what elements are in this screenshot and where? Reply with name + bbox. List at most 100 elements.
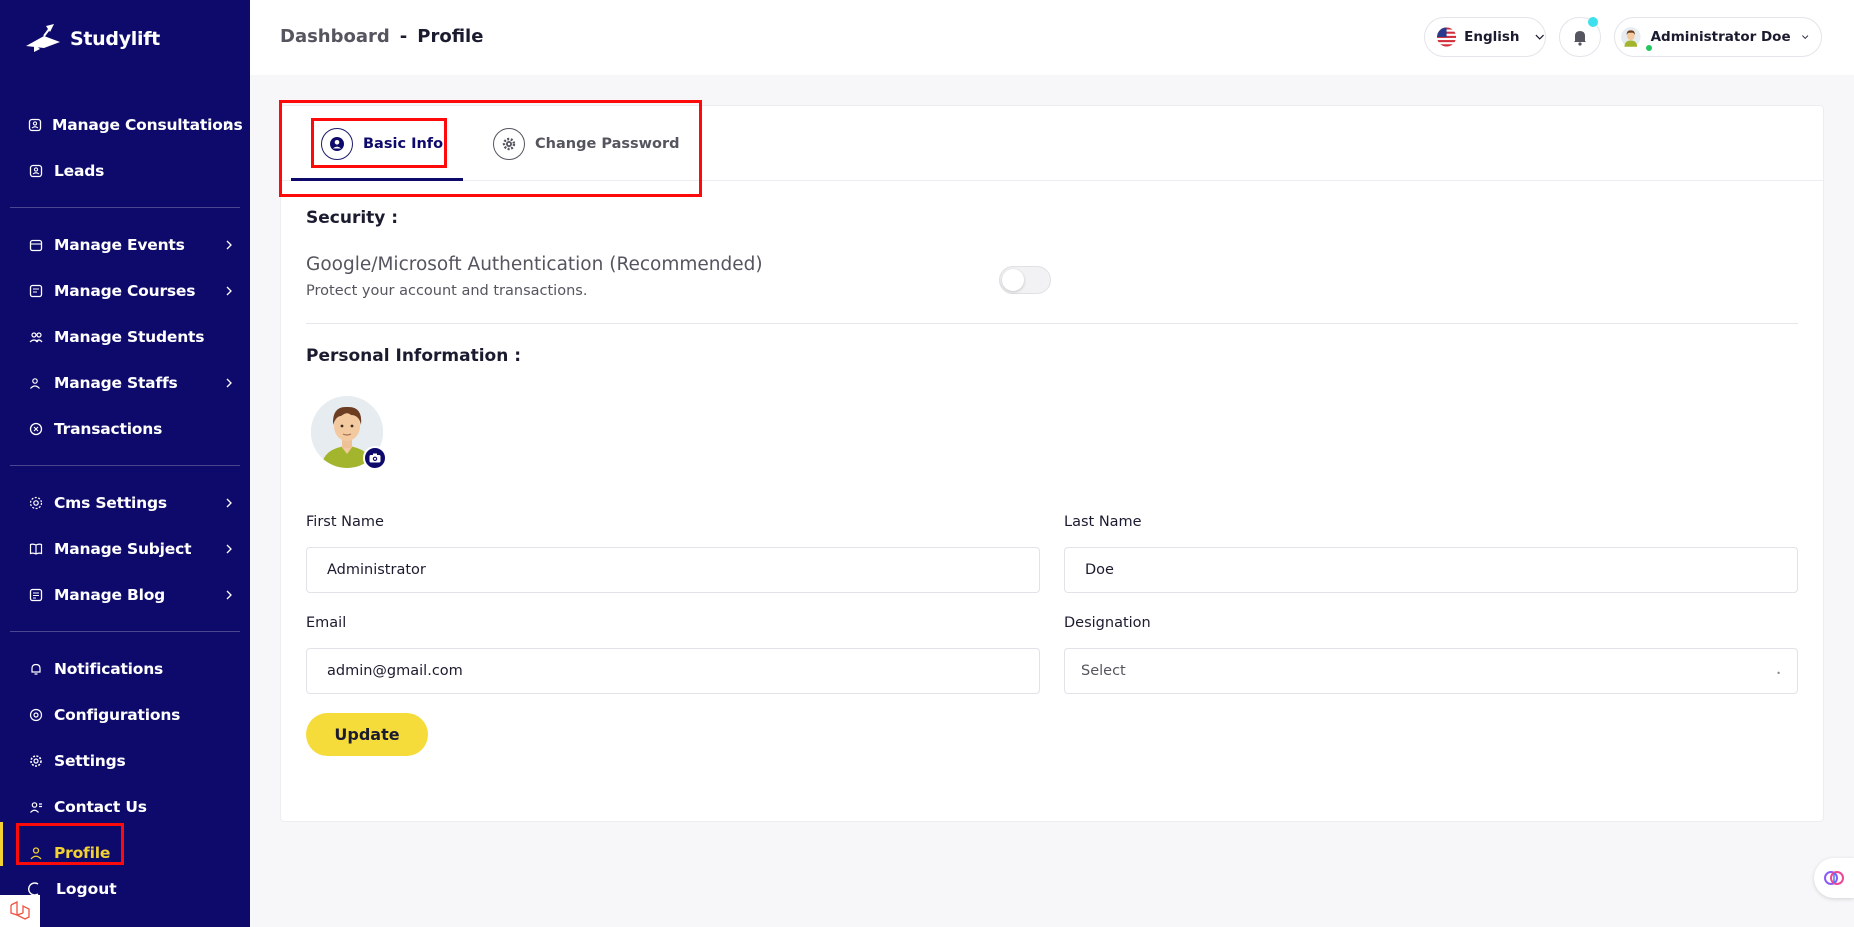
sidebar-item-label: Manage Students	[54, 328, 205, 346]
sidebar-item-manage-events[interactable]: Manage Events	[10, 222, 240, 268]
sidebar-item-label: Profile	[54, 844, 111, 862]
last-name-label: Last Name	[1064, 514, 1142, 530]
sidebar-divider	[10, 207, 240, 208]
logout-button[interactable]: Logout	[28, 880, 117, 898]
leads-icon	[28, 163, 44, 179]
sidebar-item-manage-students[interactable]: Manage Students	[10, 314, 240, 360]
sidebar-item-label: Transactions	[54, 420, 163, 438]
breadcrumb-separator: -	[399, 26, 408, 47]
consultation-icon	[28, 117, 42, 133]
chevron-down-icon	[1801, 35, 1808, 40]
profile-tabs: Basic Info Change Password	[281, 106, 1823, 181]
sidebar-item-contact-us[interactable]: Contact Us	[10, 784, 240, 830]
sidebar-item-notifications[interactable]: Notifications	[10, 646, 240, 692]
gear-icon	[493, 127, 525, 160]
update-button[interactable]: Update	[306, 713, 428, 756]
sidebar-divider	[10, 465, 240, 466]
language-label: English	[1464, 29, 1520, 45]
section-divider	[306, 323, 1798, 324]
notifications-button[interactable]	[1559, 17, 1601, 57]
sidebar-item-leads[interactable]: Leads	[10, 148, 240, 194]
brain-icon	[1824, 871, 1844, 885]
language-selector[interactable]: English	[1424, 17, 1546, 57]
tab-change-password[interactable]: Change Password	[493, 106, 680, 181]
chevron-right-icon	[226, 544, 232, 554]
us-flag-icon	[1437, 27, 1457, 47]
tab-label: Change Password	[535, 135, 680, 152]
email-label: Email	[306, 615, 347, 631]
sidebar-item-label: Notifications	[54, 660, 164, 678]
studylift-logo-icon	[26, 24, 60, 52]
sidebar-item-label: Manage Courses	[54, 282, 196, 300]
chevron-down-icon	[1535, 34, 1544, 40]
chevron-right-icon	[226, 120, 232, 130]
sidebar-item-manage-blog[interactable]: Manage Blog	[10, 572, 240, 618]
sidebar-item-label: Manage Subject	[54, 540, 192, 558]
bell-icon	[1574, 31, 1586, 46]
staffs-icon	[28, 375, 44, 391]
sidebar-divider	[10, 631, 240, 632]
sidebar-item-label: Configurations	[54, 706, 181, 724]
sidebar-item-label: Cms Settings	[54, 494, 167, 512]
chevron-right-icon	[226, 240, 232, 250]
calendar-icon	[28, 237, 44, 253]
brand[interactable]: Studylift	[24, 22, 160, 56]
bell-icon	[28, 661, 44, 677]
breadcrumb: Dashboard - Profile	[280, 26, 483, 47]
tab-label: Basic Info	[363, 135, 444, 152]
auth-title: Google/Microsoft Authentication (Recomme…	[306, 254, 763, 275]
config-icon	[28, 707, 44, 723]
camera-icon	[369, 453, 381, 463]
sidebar-item-configurations[interactable]: Configurations	[10, 692, 240, 738]
active-indicator	[0, 822, 3, 866]
user-menu[interactable]: Administrator Doe	[1614, 17, 1822, 57]
gear-icon	[28, 753, 44, 769]
top-header: Dashboard - Profile English Administrato…	[250, 0, 1854, 75]
avatar	[1621, 27, 1641, 47]
logout-label: Logout	[56, 880, 117, 898]
last-name-field[interactable]	[1064, 547, 1798, 593]
sidebar: Studylift Manage Consultations Leads Man…	[0, 0, 250, 927]
email-field[interactable]	[306, 648, 1040, 694]
designation-selected-value: Select	[1081, 663, 1126, 679]
first-name-label: First Name	[306, 514, 384, 530]
sidebar-item-profile[interactable]: Profile	[10, 830, 240, 876]
sidebar-item-settings[interactable]: Settings	[10, 738, 240, 784]
courses-icon	[28, 283, 44, 299]
transactions-icon	[28, 421, 44, 437]
assistant-widget-button[interactable]	[1814, 858, 1854, 898]
chevron-right-icon	[226, 378, 232, 388]
tab-basic-info[interactable]: Basic Info	[321, 106, 443, 181]
sidebar-item-label: Manage Blog	[54, 586, 166, 604]
sidebar-item-transactions[interactable]: Transactions	[10, 406, 240, 452]
sidebar-item-label: Manage Events	[54, 236, 185, 254]
laravel-icon[interactable]	[0, 895, 40, 927]
profile-avatar	[311, 396, 387, 470]
breadcrumb-root[interactable]: Dashboard	[280, 26, 390, 47]
toggle-knob	[1002, 269, 1024, 291]
sidebar-item-label: Manage Staffs	[54, 374, 178, 392]
designation-label: Designation	[1064, 615, 1151, 631]
change-photo-button[interactable]	[363, 446, 387, 470]
sidebar-item-manage-consultations[interactable]: Manage Consultations	[10, 102, 243, 148]
user-circle-icon	[321, 127, 353, 160]
first-name-field[interactable]	[306, 547, 1040, 593]
sidebar-item-label: Leads	[54, 162, 105, 180]
chevron-right-icon	[226, 590, 232, 600]
students-icon	[28, 329, 44, 345]
blog-icon	[28, 587, 44, 603]
user-name: Administrator Doe	[1650, 29, 1791, 45]
designation-select[interactable]: Select •	[1064, 648, 1798, 694]
sidebar-item-cms-settings[interactable]: Cms Settings	[10, 480, 240, 526]
active-tab-underline	[291, 178, 463, 181]
sidebar-item-manage-staffs[interactable]: Manage Staffs	[10, 360, 240, 406]
chevron-down-icon: •	[1776, 669, 1781, 678]
chevron-right-icon	[226, 498, 232, 508]
notification-dot	[1588, 17, 1598, 27]
sidebar-nav: Manage Consultations Leads Manage Events…	[10, 102, 243, 876]
sidebar-item-manage-courses[interactable]: Manage Courses	[10, 268, 240, 314]
profile-card: Basic Info Change Password Security : Go…	[280, 105, 1824, 822]
contact-icon	[28, 799, 44, 815]
sidebar-item-manage-subject[interactable]: Manage Subject	[10, 526, 240, 572]
two-factor-toggle[interactable]	[999, 266, 1051, 294]
